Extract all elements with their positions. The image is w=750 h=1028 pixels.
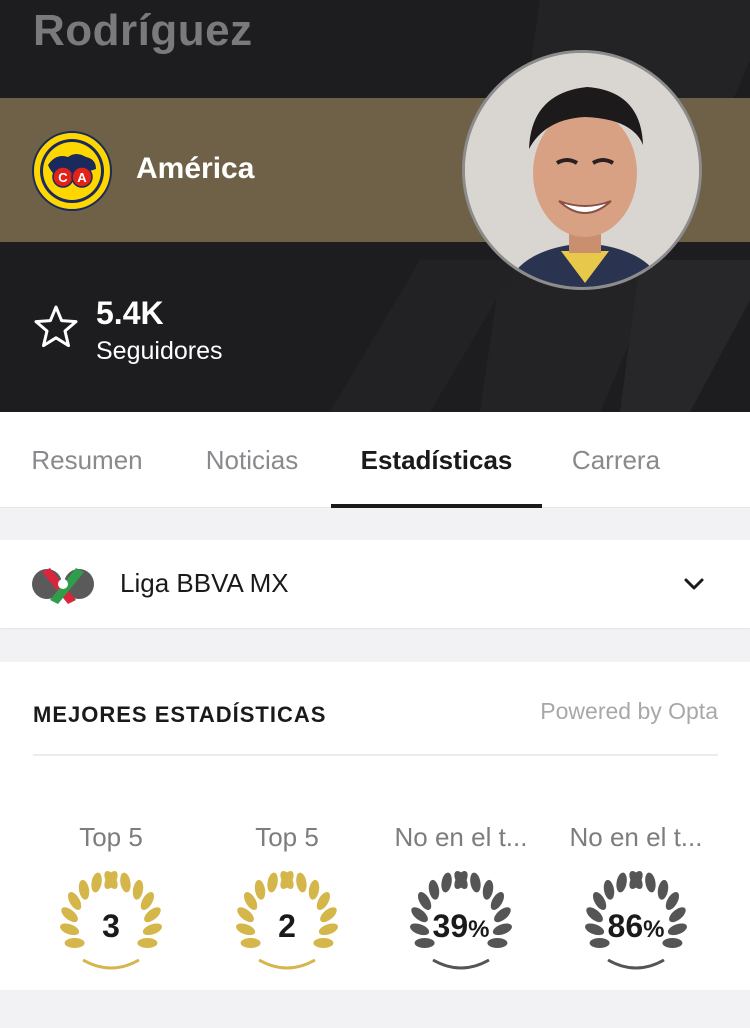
stat-label: Top 5 xyxy=(79,822,143,852)
laurel-stem xyxy=(82,958,140,970)
laurel-leaf xyxy=(441,872,452,893)
laurel-leaf xyxy=(132,879,144,900)
laurel-leaf xyxy=(470,872,481,893)
laurel-leaf xyxy=(616,872,627,893)
laurel-leaf xyxy=(428,879,440,900)
star-outline-icon[interactable] xyxy=(33,304,79,350)
stat-label: No en el t... xyxy=(394,822,528,852)
stat-value: 39% xyxy=(432,908,490,944)
player-name: Rodríguez xyxy=(33,6,253,55)
stat-item[interactable]: Top 5 2 xyxy=(212,822,362,982)
player-tabs: Resumen Noticias Estadísticas Carrera xyxy=(0,412,750,508)
laurel-leaf xyxy=(657,879,669,900)
tab-carrera[interactable]: Carrera xyxy=(556,412,676,508)
tab-resumen[interactable]: Resumen xyxy=(14,412,160,508)
laurel-stem xyxy=(607,958,665,970)
liga-mx-logo-icon xyxy=(32,568,94,604)
powered-by-opta: Powered by Opta xyxy=(540,698,718,724)
svg-text:A: A xyxy=(77,170,87,185)
best-stats-title: MEJORES ESTADÍSTICAS xyxy=(33,702,327,727)
laurel-leaf xyxy=(482,879,494,900)
stats-divider xyxy=(33,754,718,756)
laurel-leaf xyxy=(254,879,266,900)
laurel-leaf xyxy=(91,872,102,893)
club-name[interactable]: América xyxy=(136,152,254,186)
player-header: Rodríguez C A América 5.4K Seguidores xyxy=(0,0,750,412)
stat-item[interactable]: No en el t... 86% xyxy=(561,822,711,982)
laurel-leaf xyxy=(104,870,118,890)
followers-label: Seguidores xyxy=(96,337,223,365)
best-stats-card: MEJORES ESTADÍSTICAS Powered by Opta Top… xyxy=(0,662,750,990)
laurel-leaf xyxy=(308,879,320,900)
laurel-leaf xyxy=(454,870,468,890)
svg-text:C: C xyxy=(58,170,68,185)
stat-item[interactable]: No en el t... 39% xyxy=(386,822,536,982)
laurel-leaf xyxy=(267,872,278,893)
player-avatar xyxy=(462,50,702,290)
laurel-stem xyxy=(432,958,490,970)
club-america-crest-icon[interactable]: C A xyxy=(32,131,112,211)
laurel-stem xyxy=(258,958,316,970)
stat-value: 2 xyxy=(278,908,296,944)
stat-value: 86% xyxy=(607,908,665,944)
stat-item[interactable]: Top 5 3 xyxy=(36,822,186,982)
active-tab-indicator xyxy=(331,504,542,508)
laurel-leaf xyxy=(296,872,307,893)
laurel-leaf xyxy=(629,870,643,890)
league-selector[interactable]: Liga BBVA MX xyxy=(0,540,750,628)
stat-label: No en el t... xyxy=(569,822,703,852)
followers-count: 5.4K xyxy=(96,295,164,331)
laurel-leaf xyxy=(645,872,656,893)
league-name: Liga BBVA MX xyxy=(120,568,289,598)
laurel-leaf xyxy=(280,870,294,890)
laurel-leaf xyxy=(603,879,615,900)
tab-estadisticas[interactable]: Estadísticas xyxy=(331,412,542,508)
tab-noticias[interactable]: Noticias xyxy=(186,412,318,508)
bottom-spacer xyxy=(0,990,750,1028)
laurel-leaf xyxy=(78,879,90,900)
chevron-down-icon[interactable] xyxy=(682,572,706,596)
player-photo xyxy=(465,53,699,287)
stat-value: 3 xyxy=(102,908,120,944)
stat-label: Top 5 xyxy=(255,822,319,852)
laurel-leaf xyxy=(120,872,131,893)
